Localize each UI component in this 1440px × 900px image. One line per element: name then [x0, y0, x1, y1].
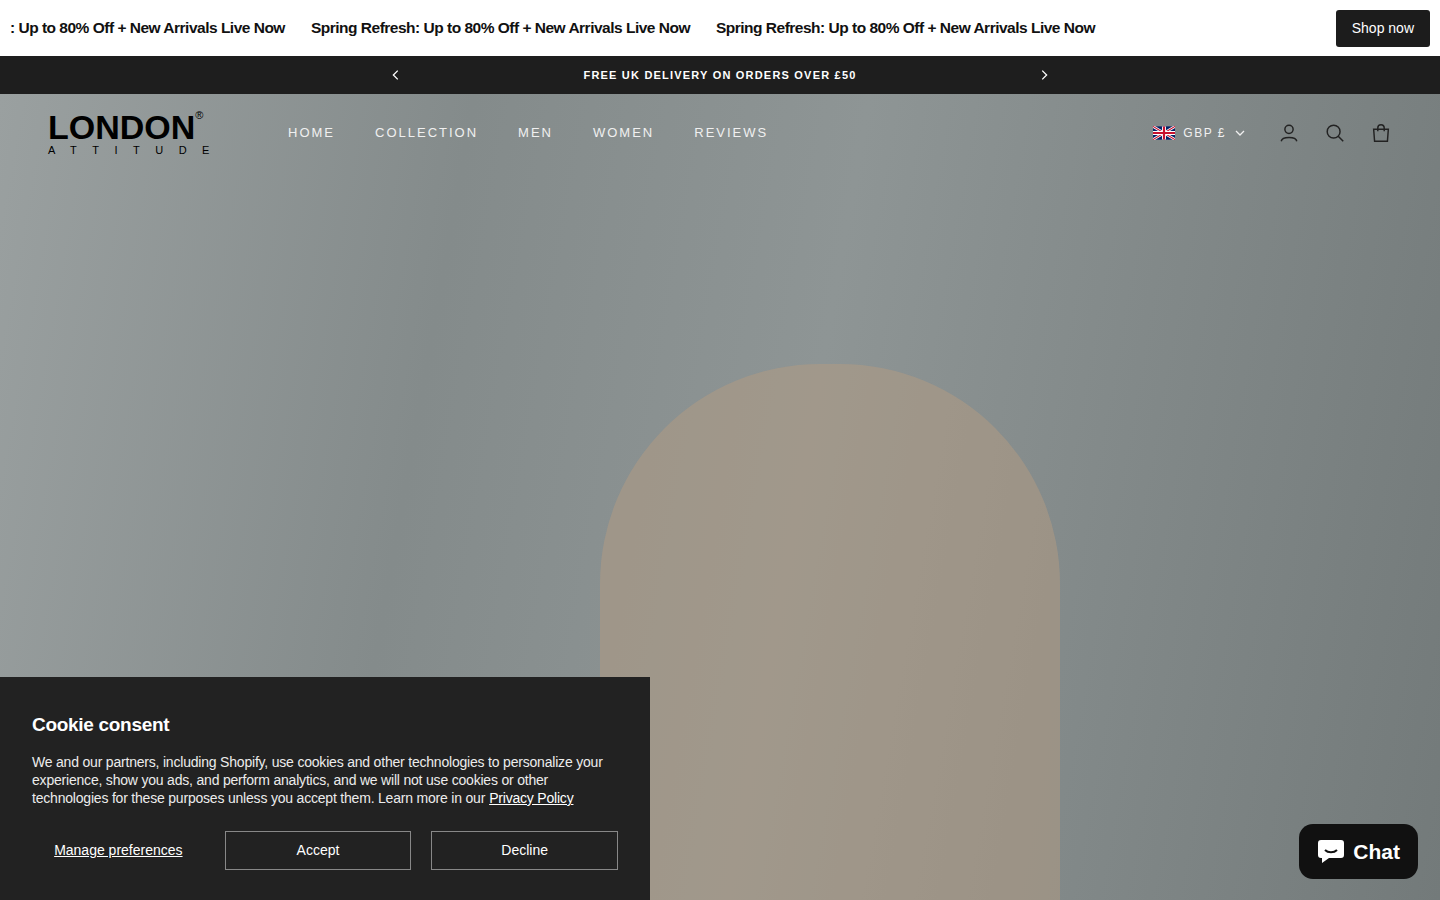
next-chevron-icon[interactable]: [1037, 68, 1051, 82]
logo-wordmark: LONDON®: [48, 110, 248, 144]
chevron-down-icon: [1234, 127, 1246, 139]
nav-link[interactable]: COLLECTION: [375, 123, 478, 143]
privacy-policy-link[interactable]: Privacy Policy: [489, 790, 573, 806]
chat-button[interactable]: Chat: [1299, 824, 1418, 880]
cookie-banner: Cookie consent We and our partners, incl…: [0, 677, 650, 900]
nav-link[interactable]: MEN: [518, 123, 553, 143]
hero-image: LONDON®ATTITUDE HOMECOLLECTIONMENWOMENRE…: [0, 94, 1440, 900]
registered-mark: ®: [195, 109, 203, 121]
announcement-bar: : Up to 80% Off + New Arrivals Live Now S…: [0, 0, 1440, 56]
promo-bar: FREE UK DELIVERY ON ORDERS OVER £50: [0, 56, 1440, 94]
announcement-text: : Up to 80% Off + New Arrivals Live Now: [10, 16, 285, 39]
cookie-text-block: We and our partners, including Shopify, …: [32, 753, 618, 807]
site-header: LONDON®ATTITUDE HOMECOLLECTIONMENWOMENRE…: [0, 94, 1440, 172]
shop-now-button[interactable]: Shop now: [1336, 10, 1430, 47]
header-actions: GBP £: [1153, 122, 1392, 144]
nav-link[interactable]: REVIEWS: [694, 123, 768, 143]
manage-preferences-button[interactable]: Manage preferences: [32, 840, 205, 861]
cookie-actions: Manage preferences Accept Decline: [32, 831, 618, 870]
cookie-title: Cookie consent: [32, 711, 618, 740]
hero-figure: [600, 364, 1060, 900]
nav-link[interactable]: WOMEN: [593, 123, 654, 143]
currency-selector[interactable]: GBP £: [1153, 124, 1246, 142]
accept-button[interactable]: Accept: [225, 831, 412, 870]
announcement-text: Spring Refresh: Up to 80% Off + New Arri…: [311, 16, 690, 39]
logo-name: LONDON: [48, 108, 195, 146]
announcement-marquee: : Up to 80% Off + New Arrivals Live Now S…: [0, 16, 1336, 39]
logo-subtitle: ATTITUDE: [48, 145, 248, 156]
promo-text: FREE UK DELIVERY ON ORDERS OVER £50: [583, 67, 856, 84]
chat-bubble-icon: [1317, 838, 1345, 864]
cart-icon[interactable]: [1370, 122, 1392, 144]
announcement-text: Spring Refresh: Up to 80% Off + New Arri…: [716, 16, 1095, 39]
previous-chevron-icon[interactable]: [389, 68, 403, 82]
uk-flag-icon: [1153, 126, 1175, 140]
nav-link[interactable]: HOME: [288, 123, 335, 143]
search-icon[interactable]: [1324, 122, 1346, 144]
account-icon[interactable]: [1278, 122, 1300, 144]
main-nav: HOME COLLECTION MEN WOMEN REVIEWS: [288, 123, 768, 143]
logo[interactable]: LONDON®ATTITUDE: [48, 110, 248, 156]
decline-button[interactable]: Decline: [431, 831, 618, 870]
